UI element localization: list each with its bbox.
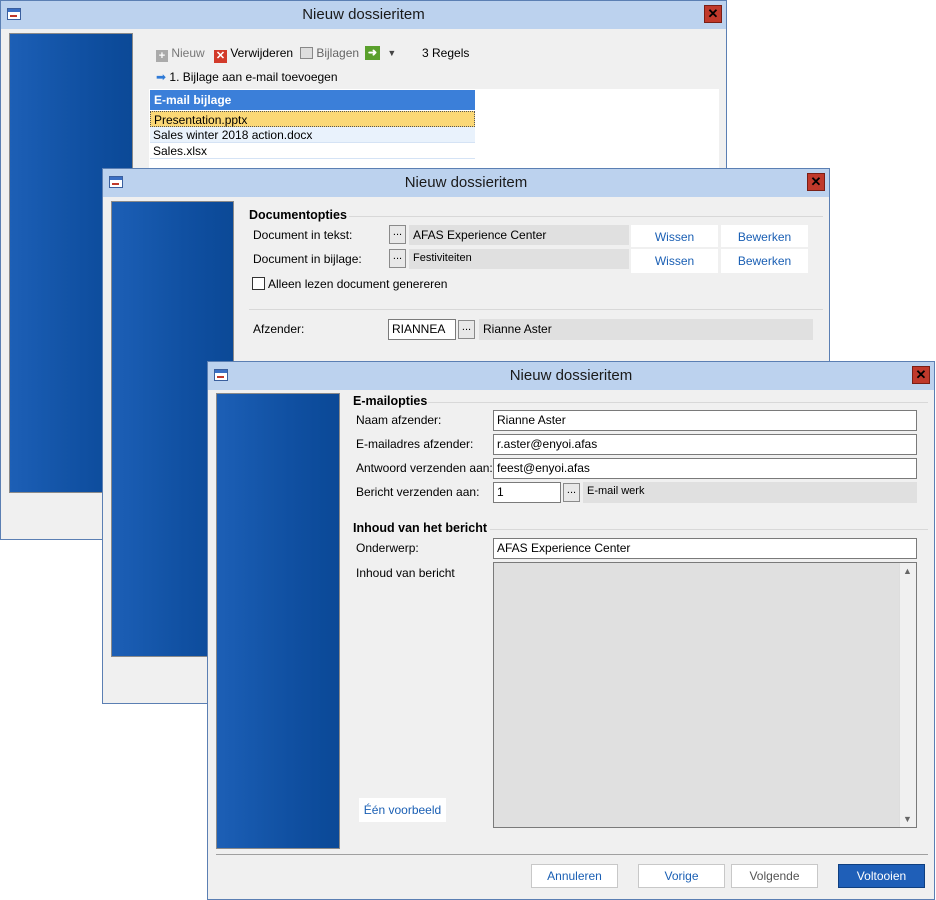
step-indicator: ➡ 1. Bijlage aan e-mail toevoegen	[156, 70, 338, 84]
doc-text-edit-button[interactable]: Bewerken	[721, 225, 808, 247]
window-email-options: Nieuw dossieritem ✕ E-mailopties Naam af…	[207, 361, 935, 900]
doc-text-lookup-button[interactable]: ...	[389, 225, 406, 244]
window-title: Nieuw dossieritem	[404, 174, 528, 191]
doc-text-value: AFAS Experience Center	[409, 225, 629, 245]
arrow-right-icon: ➜	[365, 46, 380, 60]
grid-row-selected[interactable]: Presentation.pptx	[150, 111, 475, 127]
title-bar[interactable]: Nieuw dossieritem ✕	[208, 362, 934, 390]
doc-attach-label: Document in bijlage:	[253, 252, 362, 266]
step-arrow-icon: ➡	[156, 70, 167, 84]
title-bar[interactable]: Nieuw dossieritem ✕	[103, 169, 829, 197]
grid-row[interactable]: Sales winter 2018 action.docx	[150, 127, 475, 143]
delete-label: Verwijderen	[230, 46, 294, 60]
delete-icon: ✕	[214, 50, 227, 63]
subject-label: Onderwerp:	[356, 541, 419, 555]
section-divider	[490, 529, 928, 530]
sender-name-field[interactable]: Rianne Aster	[493, 410, 917, 431]
doc-text-clear-button[interactable]: Wissen	[631, 225, 718, 247]
finish-button[interactable]: Voltooien	[838, 864, 925, 888]
section-divider	[249, 309, 823, 310]
doc-attach-lookup-button[interactable]: ...	[389, 249, 406, 268]
body-scrollbar[interactable]: ▲ ▼	[899, 563, 916, 827]
cancel-button[interactable]: Annuleren	[531, 864, 618, 888]
chevron-down-icon[interactable]: ▼	[387, 48, 396, 58]
send-to-code-field[interactable]: 1	[493, 482, 561, 503]
sender-email-label: E-mailadres afzender:	[356, 437, 474, 451]
previous-button[interactable]: Vorige	[638, 864, 725, 888]
new-label: Nieuw	[171, 46, 205, 60]
scroll-down-icon[interactable]: ▼	[903, 814, 912, 824]
scroll-up-icon[interactable]: ▲	[903, 566, 912, 576]
sender-name-label: Naam afzender:	[356, 413, 442, 427]
next-button[interactable]: Volgende	[731, 864, 818, 888]
new-button[interactable]: + Nieuw	[156, 46, 205, 62]
close-icon[interactable]: ✕	[807, 173, 825, 191]
subject-field[interactable]: AFAS Experience Center	[493, 538, 917, 559]
section-title-message-content: Inhoud van het bericht	[353, 521, 488, 535]
footer-divider	[216, 854, 928, 855]
readonly-document-label: Alleen lezen document genereren	[268, 277, 448, 291]
doc-text-label: Document in tekst:	[253, 228, 353, 242]
send-to-lookup-button[interactable]: ...	[563, 483, 580, 502]
attachments-label: Bijlagen	[316, 46, 360, 60]
sender-email-field[interactable]: r.aster@enyoi.afas	[493, 434, 917, 455]
close-icon[interactable]: ✕	[912, 366, 930, 384]
example-button[interactable]: Één voorbeeld	[359, 798, 446, 822]
side-banner	[216, 393, 340, 849]
doc-attach-value: Festiviteiten	[409, 249, 629, 269]
reply-to-label: Antwoord verzenden aan:	[356, 461, 493, 475]
grid-row[interactable]: Sales.xlsx	[150, 143, 475, 159]
sender-lookup-button[interactable]: ...	[458, 320, 475, 339]
row-count: 3 Regels	[422, 46, 470, 60]
section-title-email-options: E-mailopties	[353, 394, 428, 408]
title-bar[interactable]: Nieuw dossieritem ✕	[1, 1, 726, 29]
delete-button[interactable]: ✕ Verwijderen	[214, 46, 293, 63]
step-label: 1. Bijlage aan e-mail toevoegen	[169, 70, 338, 84]
doc-attach-clear-button[interactable]: Wissen	[631, 249, 718, 273]
send-to-description: E-mail werk	[583, 482, 917, 503]
readonly-document-checkbox[interactable]	[252, 277, 265, 290]
section-divider	[349, 216, 823, 217]
body-textarea[interactable]	[493, 562, 917, 828]
plus-icon: +	[156, 50, 168, 62]
forward-button[interactable]: ➜ ▼	[365, 45, 396, 60]
sender-label: Afzender:	[253, 322, 305, 336]
reply-to-field[interactable]: feest@enyoi.afas	[493, 458, 917, 479]
attachments-button[interactable]: Bijlagen	[300, 46, 359, 60]
body-label: Inhoud van bericht	[356, 566, 455, 580]
window-title: Nieuw dossieritem	[509, 367, 633, 384]
doc-attach-edit-button[interactable]: Bewerken	[721, 249, 808, 273]
section-divider	[428, 402, 928, 403]
grid-header-email-attachment[interactable]: E-mail bijlage	[150, 90, 475, 110]
attachments-icon	[300, 47, 313, 59]
section-title-document-options: Documentopties	[249, 208, 347, 222]
send-to-label: Bericht verzenden aan:	[356, 485, 480, 499]
close-icon[interactable]: ✕	[704, 5, 722, 23]
sender-code-field[interactable]: RIANNEA	[388, 319, 456, 340]
sender-name-value: Rianne Aster	[479, 319, 813, 340]
window-title: Nieuw dossieritem	[302, 6, 425, 23]
